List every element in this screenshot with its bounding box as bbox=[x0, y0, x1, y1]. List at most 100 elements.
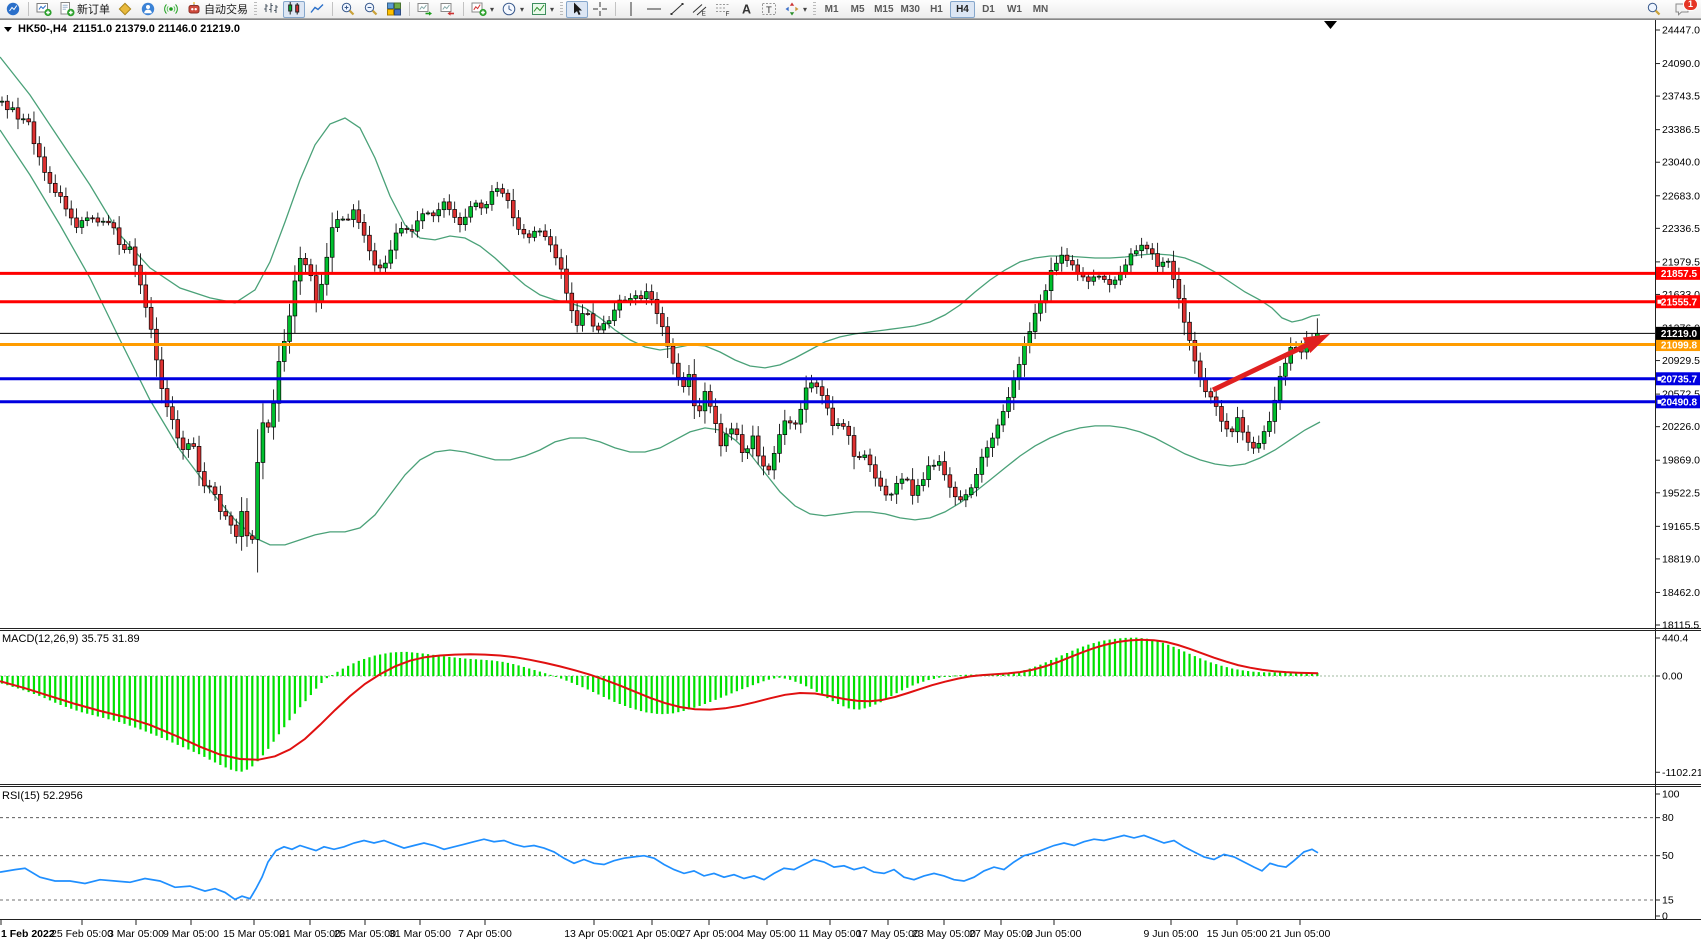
date-label: 21 Mar 05:00 bbox=[279, 928, 341, 940]
timeframe-m5-button[interactable]: M5 bbox=[845, 1, 870, 18]
crosshair-button[interactable] bbox=[589, 1, 611, 18]
candle bbox=[378, 265, 382, 268]
market-watch-button[interactable] bbox=[114, 1, 136, 18]
timeframe-h1-button[interactable]: H1 bbox=[924, 1, 949, 18]
candle bbox=[799, 409, 803, 424]
price-label-text: 21857.5 bbox=[1661, 269, 1698, 280]
timeframe-mn-button[interactable]: MN bbox=[1028, 1, 1053, 18]
candle bbox=[341, 219, 345, 220]
zoom-out-button[interactable] bbox=[360, 1, 382, 18]
autotrade-button[interactable]: 自动交易 bbox=[183, 1, 251, 18]
app-icon-button[interactable] bbox=[2, 1, 24, 18]
chart-canvas[interactable]: 24447.024090.023743.523386.523040.022683… bbox=[0, 0, 1701, 945]
bar-chart-button[interactable] bbox=[260, 1, 282, 18]
candle bbox=[714, 406, 718, 423]
macd-bar bbox=[443, 656, 445, 676]
candle bbox=[1230, 429, 1234, 432]
macd-bar bbox=[928, 676, 930, 680]
candle bbox=[234, 525, 238, 536]
macd-bar bbox=[688, 676, 690, 709]
timeframe-d1-button[interactable]: D1 bbox=[976, 1, 1001, 18]
candle bbox=[208, 486, 212, 487]
candle bbox=[1012, 379, 1016, 397]
macd-bar bbox=[182, 676, 184, 747]
ohlc-close: 21219.0 bbox=[200, 23, 240, 35]
date-label: 3 Mar 05:00 bbox=[108, 928, 164, 940]
macd-bar bbox=[784, 676, 786, 679]
new-order-button-label: 新订单 bbox=[77, 1, 110, 17]
candle bbox=[474, 203, 478, 207]
price-tick-label: 23743.5 bbox=[1662, 91, 1700, 103]
trend-arrow[interactable] bbox=[1213, 334, 1330, 390]
candle bbox=[937, 462, 941, 466]
macd-bar bbox=[411, 652, 413, 676]
signals-button[interactable] bbox=[160, 1, 182, 18]
candle bbox=[218, 494, 222, 511]
candle bbox=[165, 389, 169, 407]
one-click-trading-toggle-icon[interactable] bbox=[4, 27, 12, 32]
date-label: 7 Apr 05:00 bbox=[458, 928, 512, 940]
candle-chart-button[interactable] bbox=[283, 1, 305, 18]
fibonacci-button[interactable]: F bbox=[712, 1, 734, 18]
search-button[interactable] bbox=[1643, 1, 1665, 18]
templates-button[interactable]: ▾ bbox=[528, 1, 557, 18]
candle bbox=[1166, 261, 1170, 262]
timeframe-h4-button[interactable]: H4 bbox=[950, 1, 975, 18]
zoom-in-button[interactable] bbox=[337, 1, 359, 18]
macd-bar bbox=[214, 676, 216, 762]
macd-bar bbox=[1125, 638, 1127, 676]
new-chart-button[interactable] bbox=[33, 1, 55, 18]
horizontal-line-button[interactable] bbox=[643, 1, 665, 18]
candle bbox=[261, 423, 265, 463]
candle bbox=[815, 383, 819, 387]
text-button[interactable]: A bbox=[735, 1, 757, 18]
line-chart-button[interactable] bbox=[306, 1, 328, 18]
chart-shift-button[interactable] bbox=[437, 1, 459, 18]
vertical-line-button[interactable] bbox=[620, 1, 642, 18]
timeframe-m1-button[interactable]: M1 bbox=[819, 1, 844, 18]
ohlc-low: 21146.0 bbox=[158, 23, 197, 35]
macd-axis[interactable]: 440.40.00-1102.21 bbox=[1655, 633, 1701, 779]
chart-shift-marker[interactable] bbox=[1324, 21, 1337, 29]
auto-scroll-button[interactable] bbox=[414, 1, 436, 18]
candle bbox=[186, 444, 190, 450]
new-order-button[interactable]: 新订单 bbox=[56, 1, 113, 18]
macd-bar bbox=[363, 659, 365, 676]
arrows-icon bbox=[784, 1, 800, 17]
candle bbox=[1108, 280, 1112, 285]
ohlc-high: 21379.0 bbox=[115, 23, 155, 35]
timeframe-w1-button[interactable]: W1 bbox=[1002, 1, 1027, 18]
macd-bar bbox=[251, 676, 253, 766]
bars-icon bbox=[263, 1, 279, 17]
macd-bar bbox=[880, 676, 882, 702]
macd-bar bbox=[1130, 638, 1132, 676]
macd-bar bbox=[581, 676, 583, 687]
trendline-button[interactable] bbox=[666, 1, 688, 18]
tile-windows-button[interactable] bbox=[383, 1, 405, 18]
macd-bar bbox=[1135, 638, 1137, 676]
macd-bar bbox=[209, 676, 211, 760]
cursor-button[interactable] bbox=[566, 1, 588, 18]
candle bbox=[1209, 392, 1213, 397]
macd-bar bbox=[1167, 645, 1169, 676]
candle bbox=[687, 374, 691, 386]
rsi-axis[interactable]: 1008050150 bbox=[1655, 789, 1680, 923]
macd-bar bbox=[480, 660, 482, 676]
indicators-button[interactable]: ▾ bbox=[468, 1, 497, 18]
macd-bar bbox=[730, 676, 732, 693]
timeframe-m30-button[interactable]: M30 bbox=[898, 1, 923, 18]
periods-button[interactable]: ▾ bbox=[498, 1, 527, 18]
candle bbox=[357, 210, 361, 223]
navigator-button[interactable] bbox=[137, 1, 159, 18]
timeframe-m15-button[interactable]: M15 bbox=[871, 1, 896, 18]
price-tick-label: 18819.0 bbox=[1662, 553, 1700, 565]
date-label: 4 May 05:00 bbox=[738, 928, 796, 940]
text-label-button[interactable]: T bbox=[758, 1, 780, 18]
toolbar-separator bbox=[28, 2, 29, 16]
candle bbox=[64, 196, 68, 209]
price-label-text: 20735.7 bbox=[1661, 375, 1698, 386]
equidistant-channel-button[interactable]: E bbox=[689, 1, 711, 18]
time-axis[interactable]: 1 Feb 202225 Feb 05:003 Mar 05:009 Mar 0… bbox=[1, 920, 1331, 940]
chat-button[interactable]: 1 bbox=[1671, 1, 1693, 18]
arrows-button[interactable]: ▾ bbox=[781, 1, 810, 18]
